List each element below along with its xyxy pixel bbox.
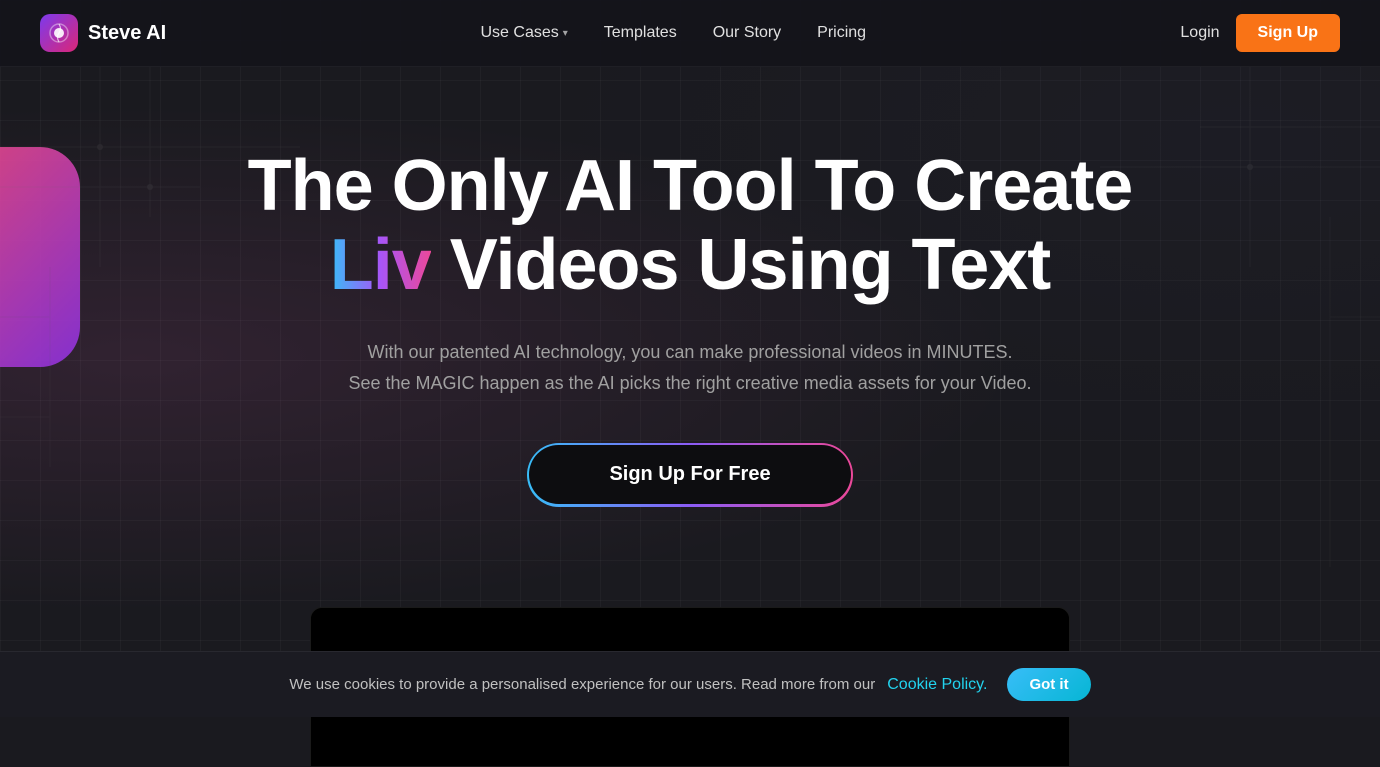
hero-subtitle: With our patented AI technology, you can… — [340, 337, 1040, 398]
cookie-policy-link[interactable]: Cookie Policy. — [887, 676, 987, 694]
cta-button-border: Sign Up For Free — [527, 443, 853, 507]
nav-actions: Login Sign Up — [1180, 14, 1340, 52]
cookie-bar: We use cookies to provide a personalised… — [0, 651, 1380, 717]
logo-text: Steve AI — [88, 22, 166, 45]
cta-wrapper: Sign Up For Free — [40, 443, 1340, 507]
nav-links: Use Cases ▾ Templates Our Story Pricing — [481, 24, 867, 42]
signup-free-button[interactable]: Sign Up For Free — [529, 445, 850, 504]
nav-pricing[interactable]: Pricing — [817, 24, 866, 42]
login-button[interactable]: Login — [1180, 24, 1219, 42]
decorative-shape — [0, 147, 80, 367]
nav-our-story[interactable]: Our Story — [713, 24, 781, 42]
hero-title: The Only AI Tool To Create Liv Videos Us… — [190, 147, 1190, 305]
navbar: Steve AI Use Cases ▾ Templates Our Story… — [0, 0, 1380, 67]
cookie-accept-button[interactable]: Got it — [1007, 668, 1090, 701]
hero-section: The Only AI Tool To Create Liv Videos Us… — [0, 67, 1380, 607]
nav-use-cases[interactable]: Use Cases ▾ — [481, 24, 568, 42]
nav-templates[interactable]: Templates — [604, 24, 677, 42]
cookie-text: We use cookies to provide a personalised… — [289, 676, 875, 693]
logo-icon — [40, 14, 78, 52]
signup-button[interactable]: Sign Up — [1236, 14, 1340, 52]
chevron-down-icon: ▾ — [563, 28, 568, 39]
hero-title-liv: Liv — [330, 225, 431, 305]
logo[interactable]: Steve AI — [40, 14, 166, 52]
